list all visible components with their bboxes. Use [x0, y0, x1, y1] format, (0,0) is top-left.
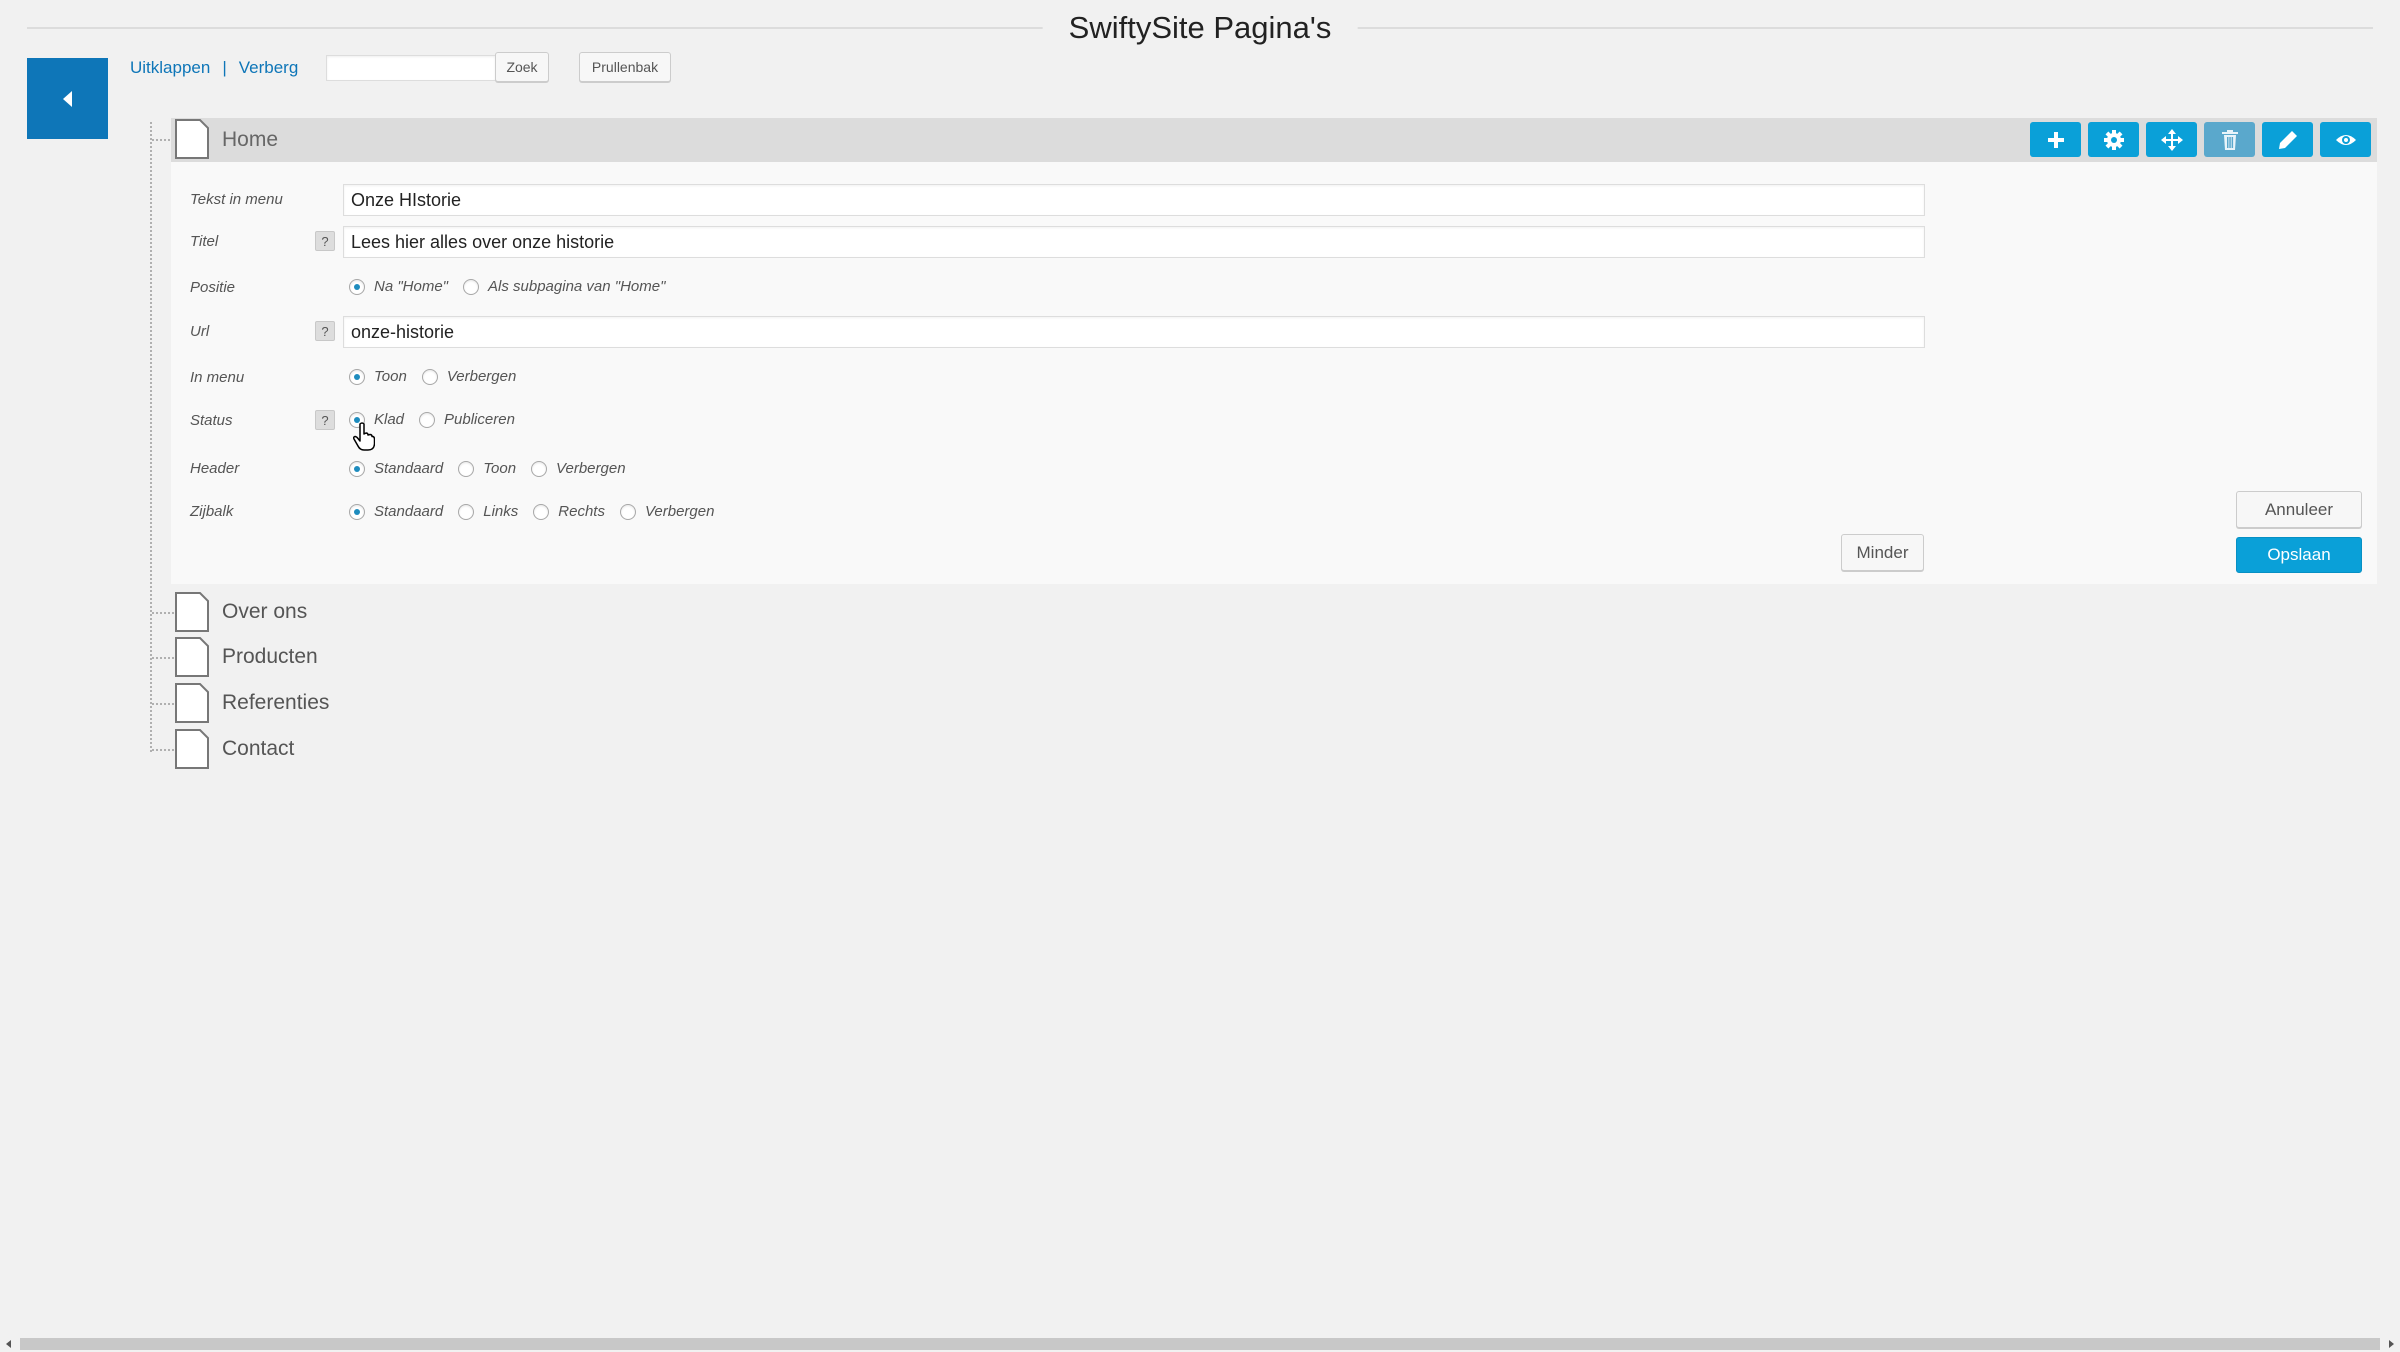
sidebar-option-hide[interactable]: Verbergen — [619, 503, 714, 520]
scroll-left-icon[interactable] — [4, 1339, 14, 1349]
tree-connector — [152, 703, 174, 705]
preview-button[interactable] — [2320, 122, 2371, 157]
radio-unselected[interactable] — [458, 503, 475, 520]
scroll-right-icon[interactable] — [2386, 1339, 2396, 1349]
radio-unselected[interactable] — [458, 460, 475, 477]
tree-item-contact[interactable]: Contact — [222, 735, 294, 763]
in-menu-label: In menu — [190, 369, 245, 386]
tree-item-over-ons[interactable]: Over ons — [222, 598, 307, 626]
sidebar-option-right[interactable]: Rechts — [533, 503, 605, 520]
search-button[interactable]: Zoek — [495, 52, 549, 82]
radio-unselected[interactable] — [463, 278, 480, 295]
tree-connector — [152, 612, 174, 614]
hand-cursor-icon — [353, 422, 375, 451]
save-button[interactable]: Opslaan — [2236, 537, 2362, 573]
header-option-hide[interactable]: Verbergen — [531, 460, 626, 477]
menu-text-input[interactable] — [343, 184, 1925, 216]
in-menu-option-show[interactable]: Toon — [349, 368, 407, 385]
status-help-button[interactable]: ? — [315, 410, 335, 430]
in-menu-option-hide[interactable]: Verbergen — [421, 368, 516, 385]
status-option-publish[interactable]: Publiceren — [419, 411, 515, 428]
in-menu-radio-group: Toon Verbergen — [349, 368, 531, 385]
trash-button[interactable]: Prullenbak — [579, 52, 671, 82]
move-button[interactable] — [2146, 122, 2197, 157]
tree-item-producten[interactable]: Producten — [222, 643, 318, 671]
page-icon — [175, 637, 209, 677]
header-radio-group: Standaard Toon Verbergen — [349, 460, 641, 477]
tree-toolbar: Uitklappen | Verberg — [130, 52, 298, 84]
expand-link[interactable]: Uitklappen — [130, 58, 210, 78]
status-label: Status — [190, 412, 233, 429]
gear-icon — [2103, 129, 2124, 150]
position-radio-group: Na "Home" Als subpagina van "Home" — [349, 278, 680, 295]
radio-unselected[interactable] — [533, 503, 550, 520]
trash-icon — [2221, 129, 2238, 150]
title-input[interactable] — [343, 226, 1925, 258]
scrollbar-thumb[interactable] — [20, 1338, 2380, 1350]
header-option-default[interactable]: Standaard — [349, 460, 443, 477]
url-label: Url — [190, 323, 210, 340]
settings-button[interactable] — [2088, 122, 2139, 157]
radio-unselected[interactable] — [531, 460, 548, 477]
plus-icon — [2047, 131, 2064, 148]
eye-icon — [2335, 134, 2356, 145]
cancel-button[interactable]: Annuleer — [2236, 491, 2362, 528]
pencil-icon — [2278, 130, 2297, 149]
tree-connector — [152, 657, 174, 659]
tree-connector — [152, 749, 174, 751]
status-radio-group: Klad Publiceren — [349, 411, 530, 428]
url-help-button[interactable]: ? — [315, 321, 335, 341]
title-label: Titel — [190, 233, 219, 250]
position-option-subpage[interactable]: Als subpagina van "Home" — [463, 278, 665, 295]
radio-selected[interactable] — [349, 278, 365, 295]
move-icon — [2160, 128, 2183, 151]
edit-button[interactable] — [2262, 122, 2313, 157]
radio-unselected[interactable] — [619, 503, 636, 520]
title-help-button[interactable]: ? — [315, 231, 335, 251]
sidebar-label: Zijbalk — [190, 503, 234, 520]
back-button[interactable] — [27, 58, 108, 139]
hide-link[interactable]: Verberg — [239, 58, 299, 78]
menu-text-label: Tekst in menu — [190, 191, 283, 208]
radio-unselected[interactable] — [421, 368, 438, 385]
sidebar-option-default[interactable]: Standaard — [349, 503, 443, 520]
horizontal-scrollbar[interactable] — [0, 1336, 2400, 1352]
tree-item-label: Home — [222, 128, 279, 151]
page-title: SwiftySite Pagina's — [1042, 6, 1358, 50]
caret-left-icon — [62, 90, 72, 107]
page-icon — [175, 592, 209, 632]
radio-selected[interactable] — [349, 460, 365, 477]
sidebar-radio-group: Standaard Links Rechts Verbergen — [349, 503, 729, 520]
position-option-after-home[interactable]: Na "Home" — [349, 278, 448, 295]
search-input[interactable] — [326, 55, 496, 81]
less-button[interactable]: Minder — [1841, 534, 1924, 571]
header-option-show[interactable]: Toon — [458, 460, 516, 477]
radio-unselected[interactable] — [419, 411, 436, 428]
radio-selected[interactable] — [349, 503, 365, 520]
position-label: Positie — [190, 279, 236, 296]
radio-selected[interactable] — [349, 368, 365, 385]
page-icon — [175, 119, 209, 159]
tree-item-referenties[interactable]: Referenties — [222, 689, 329, 717]
toolbar-separator: | — [222, 58, 227, 77]
page-icon — [175, 729, 209, 769]
page-icon — [175, 683, 209, 723]
header-label: Header — [190, 460, 240, 477]
url-input[interactable] — [343, 316, 1925, 348]
add-page-button[interactable] — [2030, 122, 2081, 157]
delete-button[interactable] — [2204, 122, 2255, 157]
sidebar-option-left[interactable]: Links — [458, 503, 518, 520]
